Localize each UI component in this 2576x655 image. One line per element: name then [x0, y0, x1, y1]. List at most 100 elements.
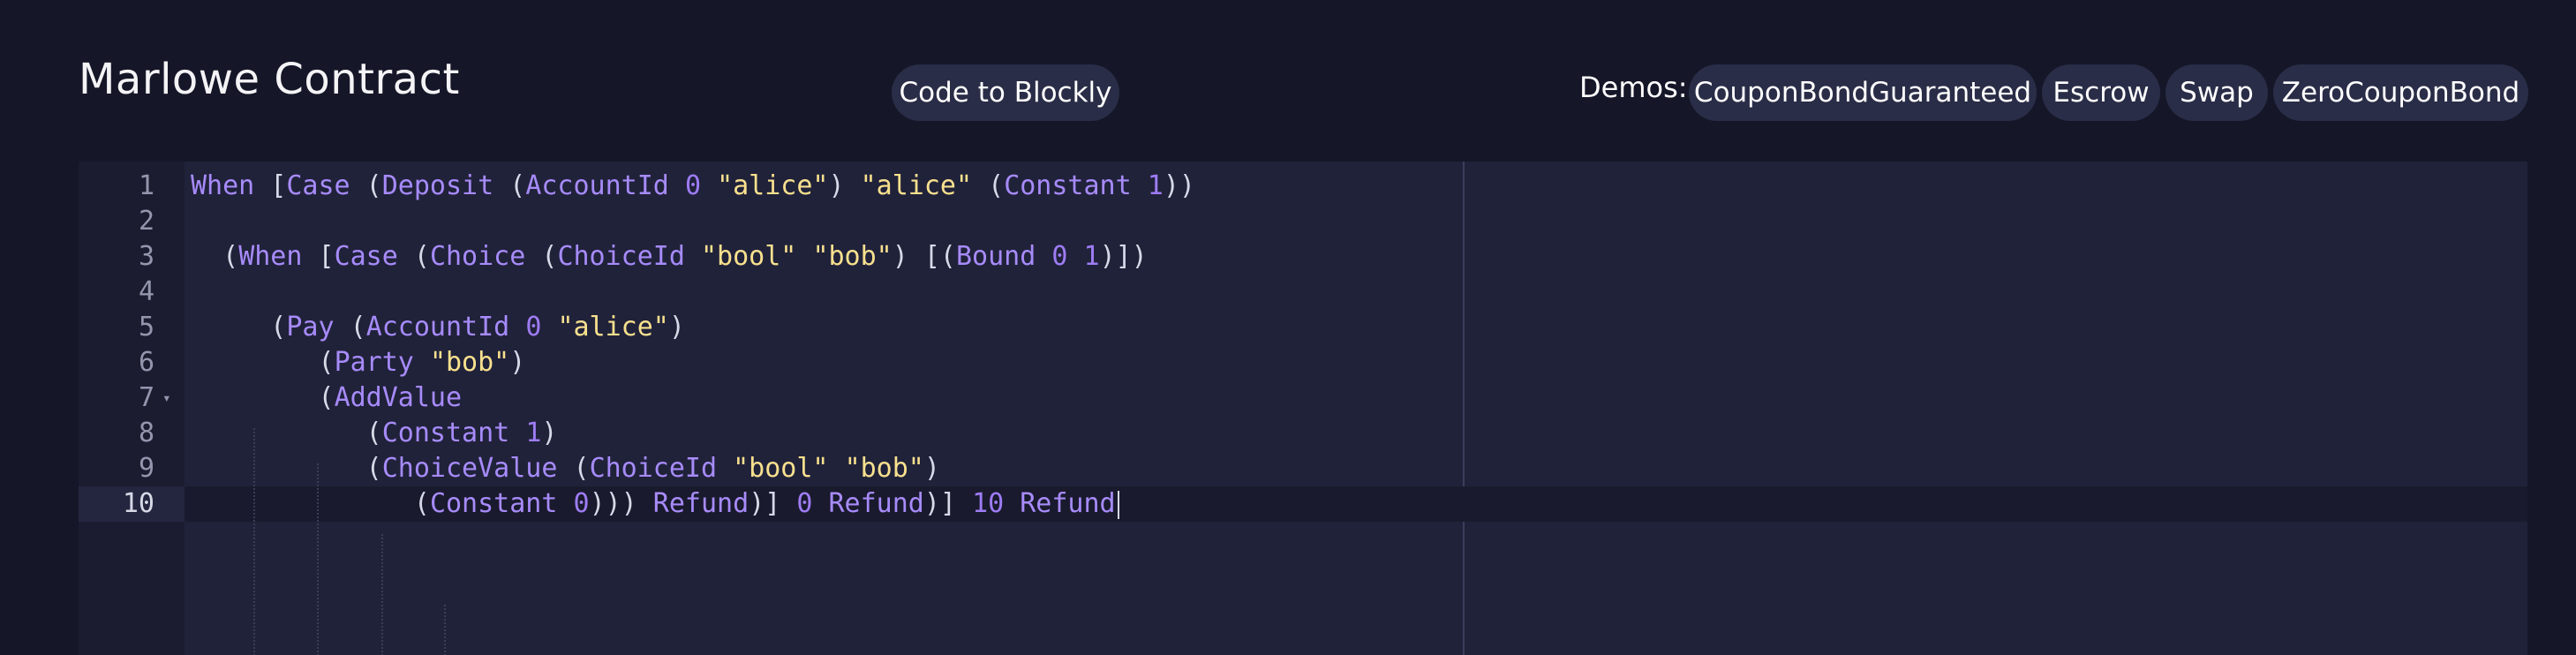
code-token: "bob" — [844, 453, 924, 484]
code-line[interactable]: 6 (Party "bob") — [79, 345, 2527, 380]
code-token: Constant — [1004, 170, 1132, 201]
code-token: Refund — [1004, 488, 1116, 519]
code-token: "bool" — [701, 241, 797, 272]
code-token: Constant — [429, 488, 558, 519]
fold-toggle-icon[interactable]: ▾ — [162, 380, 171, 416]
code-token: )] — [923, 488, 973, 519]
line-number: 5 — [138, 312, 154, 343]
code-token: 0 — [684, 170, 701, 201]
code-token: ( — [191, 312, 287, 343]
code-token: Party — [334, 347, 414, 378]
code-token: ( — [557, 453, 590, 484]
indent-guide — [444, 605, 446, 655]
line-number: 2 — [138, 206, 154, 237]
code-line[interactable]: 5 (Pay (AccountId 0 "alice") — [79, 310, 2527, 345]
indent-guide — [317, 463, 319, 655]
code-token: )] — [749, 488, 797, 519]
code-line[interactable]: 2 — [79, 204, 2527, 239]
code-token: "alice" — [557, 312, 669, 343]
code-token: 1 — [1083, 241, 1100, 272]
code-token: )) — [1163, 170, 1195, 201]
code-token: 0 — [525, 312, 542, 343]
code-token: 1 — [525, 418, 542, 448]
code-token: ChoiceValue — [381, 453, 558, 484]
demos-label: Demos: — [1579, 71, 1688, 104]
code-line[interactable]: 1 When [Case (Deposit (AccountId 0 "alice… — [79, 169, 2527, 204]
code-token: ) [( — [892, 241, 956, 272]
code-editor[interactable]: 1 When [Case (Deposit (AccountId 0 "alice… — [79, 162, 2527, 655]
code-token: Case — [334, 241, 398, 272]
demo-escrow-button[interactable]: Escrow — [2042, 64, 2160, 121]
code-token: AccountId — [525, 170, 669, 201]
code-token: ChoiceId — [557, 241, 685, 272]
code-token: Bound — [956, 241, 1036, 272]
demo-swap-button[interactable]: Swap — [2165, 64, 2268, 121]
code-token: ( — [191, 347, 335, 378]
code-token: ( — [191, 418, 382, 448]
code-line[interactable]: 4 — [79, 275, 2527, 310]
code-line[interactable]: 3 (When [Case (Choice (ChoiceId "bool" "… — [79, 239, 2527, 275]
code-token: When — [191, 170, 255, 201]
code-text: (ChoiceValue (ChoiceId "bool" "bob") — [191, 451, 940, 486]
code-token: [ — [302, 241, 335, 272]
code-line[interactable]: 10 (Constant 0))) Refund)] 0 Refund)] 10… — [79, 486, 2527, 522]
code-token: ( — [191, 453, 382, 484]
code-token: "bool" — [733, 453, 829, 484]
line-number: 4 — [138, 276, 154, 307]
line-number: 10 — [79, 486, 185, 522]
code-token: "bob" — [812, 241, 893, 272]
line-number: 1 — [138, 170, 154, 201]
code-line[interactable]: 7 ▾ (AddValue — [79, 380, 2527, 416]
code-token: ( — [350, 170, 382, 201]
line-number: 6 — [138, 347, 154, 378]
code-token: ) — [509, 347, 526, 378]
code-text: (Party "bob") — [191, 345, 525, 380]
code-token: Refund — [636, 488, 749, 519]
demo-zerocouponbond-button[interactable]: ZeroCouponBond — [2273, 64, 2528, 121]
code-line[interactable]: 9 (ChoiceValue (ChoiceId "bool" "bob") — [79, 451, 2527, 486]
code-token: ( — [191, 241, 239, 272]
code-token: AccountId — [365, 312, 510, 343]
code-token: Pay — [286, 312, 335, 343]
code-token: 0 — [573, 488, 590, 519]
line-number: 3 — [138, 241, 154, 272]
code-token: 10 — [972, 488, 1005, 519]
code-token: ( — [334, 312, 366, 343]
code-token: AddValue — [334, 382, 463, 413]
code-token: ) — [923, 453, 940, 484]
text-cursor — [1117, 490, 1119, 519]
code-token: ( — [493, 170, 526, 201]
demo-couponbondguaranteed-button[interactable]: CouponBondGuaranteed — [1689, 64, 2037, 121]
code-token: ChoiceId — [589, 453, 718, 484]
indent-guide — [381, 534, 383, 655]
code-token: ) — [541, 418, 558, 448]
code-token: )]) — [1099, 241, 1148, 272]
code-token: When — [238, 241, 303, 272]
code-line[interactable]: 8 (Constant 1) — [79, 416, 2527, 451]
code-token: [ — [254, 170, 287, 201]
code-token: Refund — [812, 488, 924, 519]
code-token: Case — [286, 170, 350, 201]
code-token: ( — [972, 170, 1005, 201]
code-token: ( — [397, 241, 430, 272]
code-token: ))) — [589, 488, 637, 519]
code-token: ( — [191, 488, 430, 519]
code-to-blockly-button[interactable]: Code to Blockly — [892, 64, 1119, 121]
indent-guide — [253, 428, 255, 655]
code-text: When [Case (Deposit (AccountId 0 "alice"… — [191, 169, 1195, 204]
code-token: 1 — [1147, 170, 1164, 201]
code-text: (Constant 0))) Refund)] 0 Refund)] 10 Re… — [191, 486, 1119, 522]
